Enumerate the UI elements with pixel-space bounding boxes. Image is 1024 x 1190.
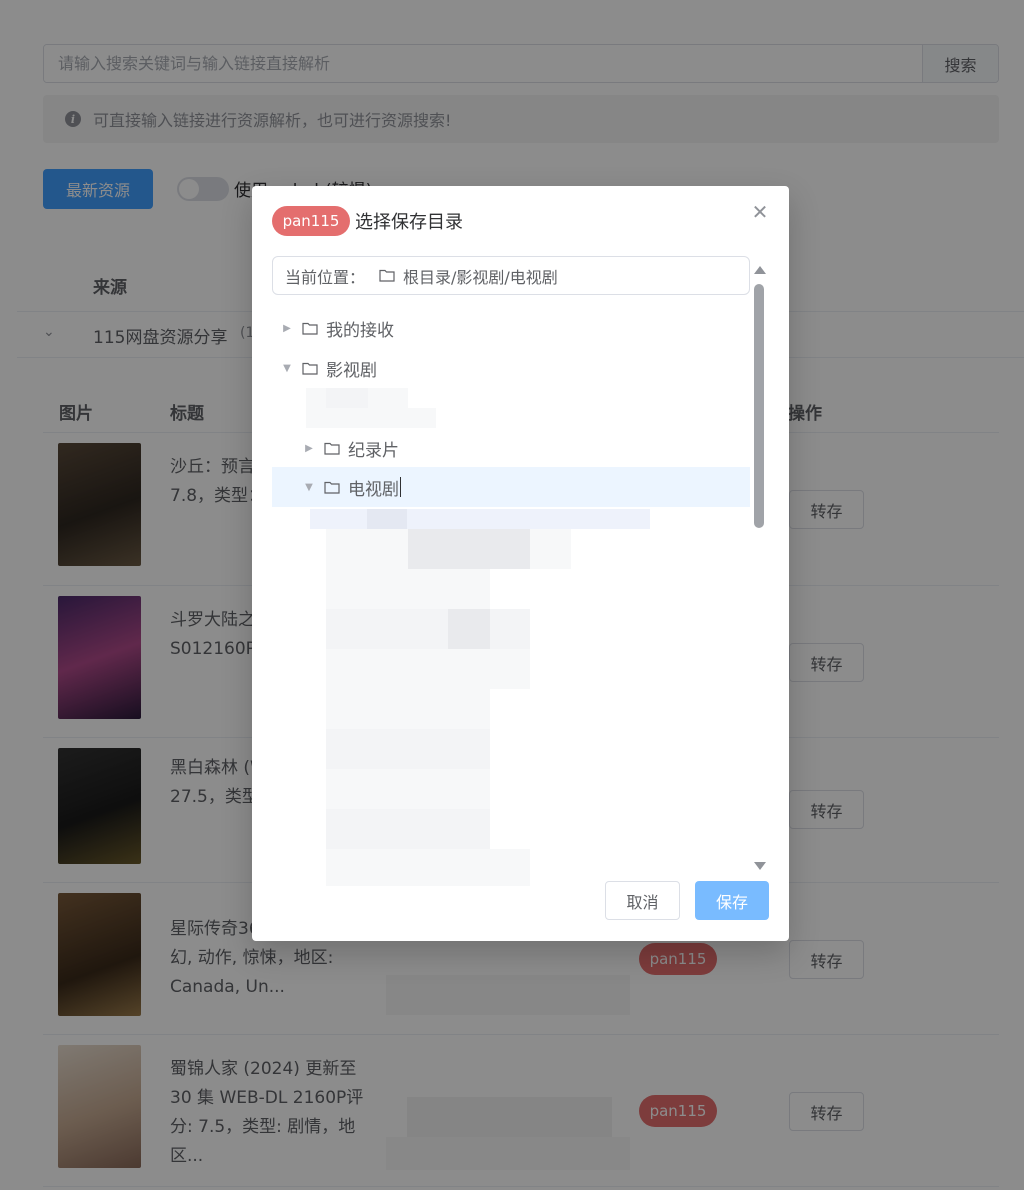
scroll-up-arrow-icon[interactable] [754,266,766,274]
redacted-node [326,649,530,689]
folder-icon [324,481,340,494]
text-caret [400,477,401,497]
folder-icon [302,362,318,375]
dialog-title: 选择保存目录 [355,212,463,233]
location-path: 根目录/影视剧/电视剧 [403,267,558,287]
tree-scrollbar[interactable] [753,266,766,871]
current-location: 当前位置： 根目录/影视剧/电视剧 [272,256,750,295]
caret-right-icon[interactable]: ▶ [302,443,316,454]
folder-icon [324,442,340,455]
redacted-node [306,408,436,428]
redacted-node [367,509,407,529]
redacted-node [326,809,490,849]
tree-node-label: 我的接收 [326,320,394,341]
tree-node-documentary[interactable]: ▶ 纪录片 [272,428,750,468]
tree-node-label: 影视剧 [326,360,377,381]
redacted-node [326,849,530,886]
tree-node-movies-tv[interactable]: ▼ 影视剧 [272,348,750,388]
redacted-node [326,609,530,649]
redacted-node [326,388,368,408]
redacted-node [326,569,490,609]
scrollbar-thumb[interactable] [754,284,764,528]
redacted-node [326,689,490,729]
tree-node-my-received[interactable]: ▶ 我的接收 [272,308,750,348]
caret-down-icon[interactable]: ▼ [280,363,294,374]
pan115-tag: pan115 [272,206,350,236]
redacted-node [448,609,490,649]
redacted-node [326,729,490,769]
folder-icon [302,322,318,335]
save-button[interactable]: 保存 [695,881,769,920]
redacted-node [408,529,530,569]
scroll-down-arrow-icon[interactable] [754,862,766,870]
save-directory-dialog: pan115 选择保存目录 ✕ 当前位置： 根目录/影视剧/电视剧 ▶ 我的接收… [252,186,789,941]
cancel-button[interactable]: 取消 [605,881,680,920]
close-icon[interactable]: ✕ [750,202,770,222]
caret-right-icon[interactable]: ▶ [280,323,294,334]
tree-node-tv-series[interactable]: ▼ 电视剧 [272,467,750,507]
folder-tree: ▶ 我的接收 ▼ 影视剧 ▶ 纪录片 ▼ 电视剧 [272,306,750,886]
redacted-node [310,509,650,529]
tree-node-label: 纪录片 [348,440,399,461]
caret-down-icon[interactable]: ▼ [302,482,316,493]
location-label: 当前位置： [285,267,366,287]
tree-node-label: 电视剧 [348,479,399,500]
folder-icon [379,269,395,282]
redacted-node [326,769,490,809]
